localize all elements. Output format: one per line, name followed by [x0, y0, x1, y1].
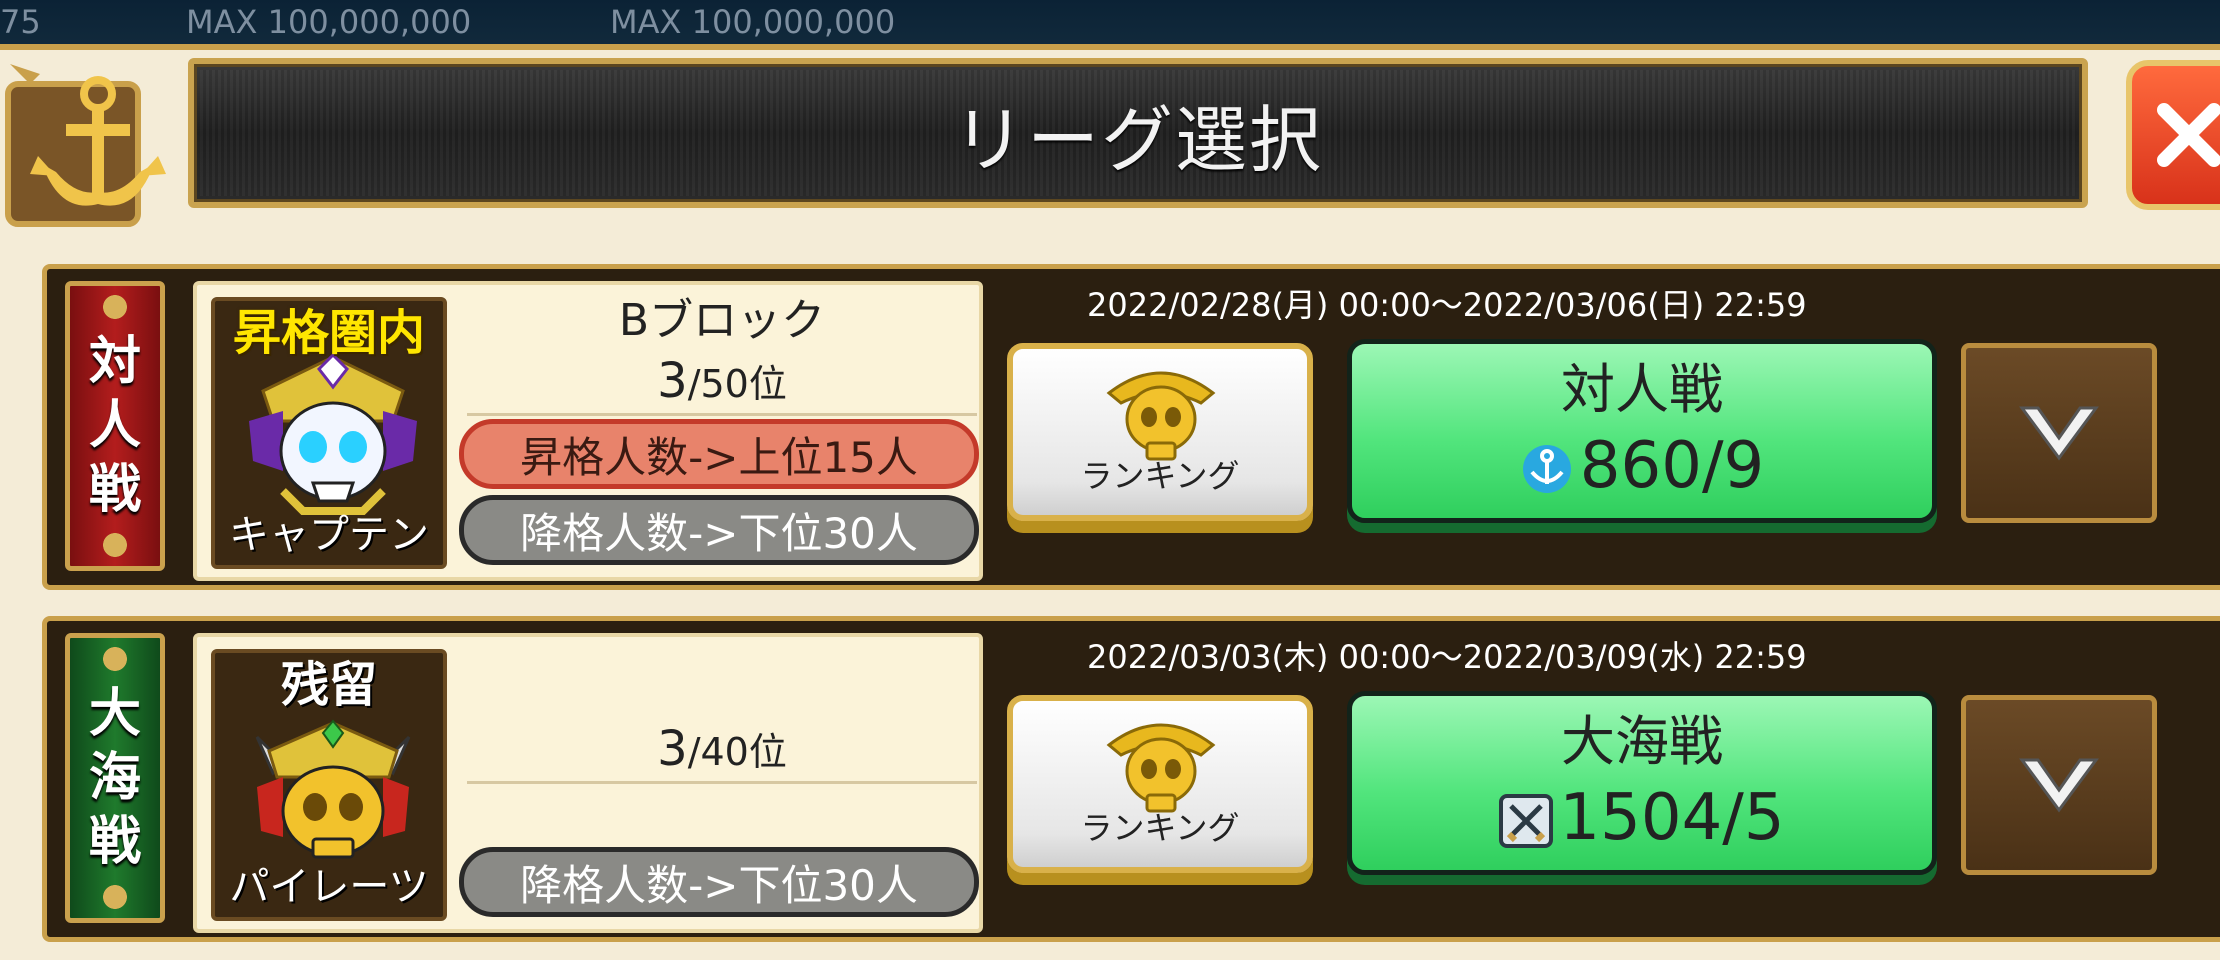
league-info-card: 昇格圏内 キャプテン Bブロック 3/50位 昇格人数->上位15人 降格人数-…	[193, 281, 983, 581]
ranking-button[interactable]: ランキング	[1007, 343, 1313, 521]
ranking-button[interactable]: ランキング	[1007, 695, 1313, 873]
battle-score-row: 860/9	[1352, 430, 1932, 502]
banner-char: 大	[88, 684, 141, 744]
top-fragment-text: 75	[0, 3, 41, 41]
banner-char: 対	[88, 332, 141, 392]
rank-title-label: キャプテン	[229, 512, 429, 558]
block-name: Bブロック	[618, 295, 826, 346]
dialog-title-bar: リーグ選択	[188, 58, 2088, 208]
rank-number: 3	[657, 721, 688, 777]
rank-number: 3	[657, 353, 688, 409]
demotion-pill: 降格人数->下位30人	[459, 495, 979, 565]
league-period: 2022/02/28(月) 00:00～2022/03/06(日) 22:59	[1087, 286, 1807, 324]
ranking-label: ランキング	[1080, 809, 1240, 847]
pirates-skull-icon	[243, 703, 423, 873]
league-status-label: 昇格圏内	[232, 305, 425, 361]
demotion-pill: 降格人数->下位30人	[459, 847, 979, 917]
ranking-label: ランキング	[1080, 457, 1240, 495]
league-info-card: 残留 パイレーツ 3/40位 降格人数->下位30人	[193, 633, 983, 933]
captain-skull-icon	[243, 351, 423, 521]
top-status-strip: 75 MAX 100,000,000 MAX 100,000,000	[0, 0, 2220, 48]
anchor-icon	[1522, 445, 1571, 494]
battle-score-row: 1504/5	[1352, 782, 1932, 854]
league-status-label: 残留	[280, 657, 377, 713]
crossed-swords-icon	[1499, 794, 1554, 849]
rank-position: 3/50位	[467, 353, 977, 412]
league-row-naval: 大 海 戦 残留 パイレーツ 3/40位 降格人数->下位30人 2022/03…	[42, 616, 2220, 942]
banner-char: 海	[88, 748, 141, 808]
expand-button[interactable]	[1961, 695, 2157, 875]
banner-char: 人	[88, 396, 141, 456]
anchor-emblem-icon	[0, 44, 200, 234]
banner-char: 戦	[88, 460, 141, 520]
rank-total: /50位	[687, 362, 787, 406]
rank-title-label: パイレーツ	[229, 864, 429, 910]
league-period: 2022/03/03(木) 00:00～2022/03/09(水) 22:59	[1087, 638, 1807, 676]
rank-badge: 残留 パイレーツ	[211, 649, 447, 921]
chevron-down-icon	[2019, 758, 2099, 813]
battle-button-pvp[interactable]: 対人戦 860/9	[1347, 339, 1937, 523]
divider	[467, 781, 977, 784]
banner-char: 戦	[88, 812, 141, 872]
battle-score: 860/9	[1579, 429, 1765, 503]
rank-position: 3/40位	[467, 721, 977, 780]
rank-total: /40位	[687, 730, 787, 774]
battle-score: 1504/5	[1559, 781, 1785, 855]
battle-name: 対人戦	[1561, 358, 1723, 421]
battle-button-naval[interactable]: 大海戦 1504/5	[1347, 691, 1937, 875]
rank-badge: 昇格圏内 キャプテン	[211, 297, 447, 569]
league-banner: 対 人 戦	[65, 281, 165, 571]
league-row-pvp: 対 人 戦 昇格圏内 キャプテン Bブロック 3/50位 昇格人数->上位15人…	[42, 264, 2220, 590]
max-value-2: MAX 100,000,000	[610, 3, 896, 41]
promotion-pill: 昇格人数->上位15人	[459, 419, 979, 489]
battle-name: 大海戦	[1561, 710, 1723, 773]
chevron-down-icon	[2019, 406, 2099, 461]
divider	[467, 413, 977, 416]
dialog-title: リーグ選択	[952, 97, 1323, 182]
close-button[interactable]	[2126, 60, 2220, 210]
max-value-1: MAX 100,000,000	[186, 3, 472, 41]
expand-button[interactable]	[1961, 343, 2157, 523]
league-banner: 大 海 戦	[65, 633, 165, 923]
close-x-icon	[2157, 103, 2220, 167]
